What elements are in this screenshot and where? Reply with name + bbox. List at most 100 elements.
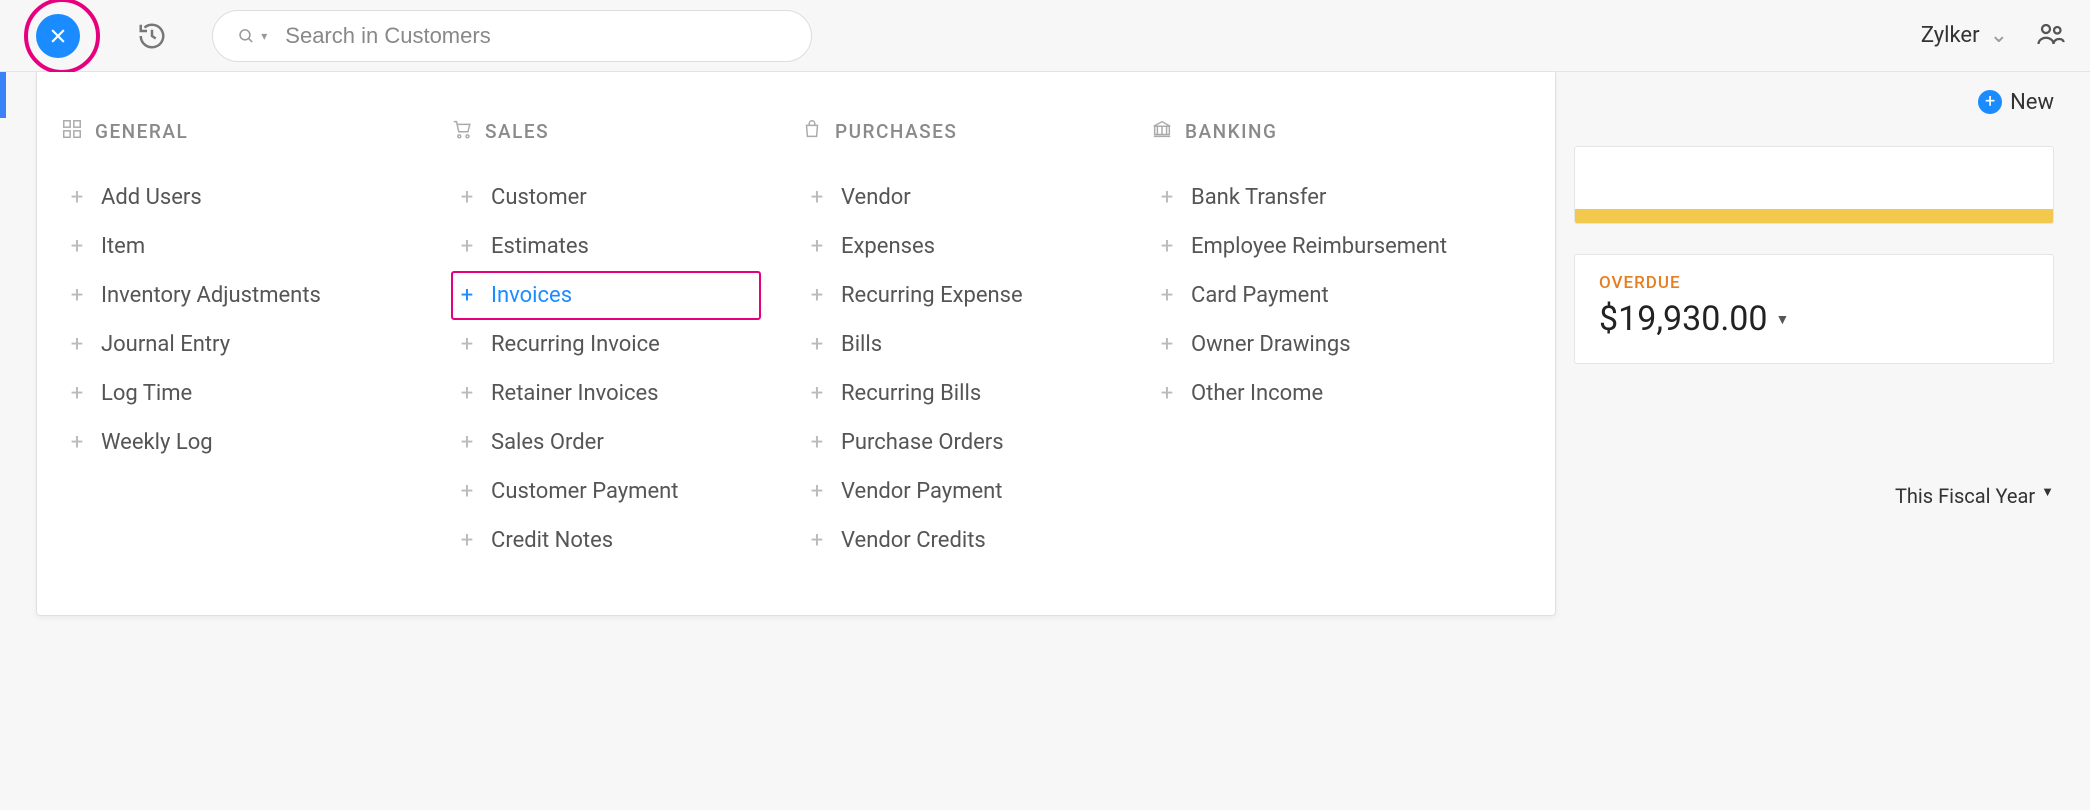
quick-item-label: Sales Order [491, 430, 604, 455]
right-area: + New OVERDUE $19,930.00 ▼ This Fiscal Y… [1574, 72, 2054, 508]
quick-column-sales: SALES+Customer+Estimates+Invoices+Recurr… [451, 118, 801, 565]
column-title: PURCHASES [835, 120, 957, 143]
plus-icon: + [459, 381, 475, 406]
plus-icon: + [809, 381, 825, 406]
quick-item-vendor-payment[interactable]: + Vendor Payment [801, 467, 1111, 516]
plus-icon: + [459, 332, 475, 357]
search-box[interactable]: ▾ [212, 10, 812, 62]
close-button[interactable] [36, 14, 80, 58]
new-button[interactable]: + New [1978, 90, 2054, 115]
quick-item-label: Credit Notes [491, 528, 613, 553]
grid-icon [61, 118, 83, 145]
caret-down-icon: ▼ [2041, 484, 2054, 508]
plus-icon: + [69, 381, 85, 406]
quick-item-label: Recurring Invoice [491, 332, 660, 357]
quick-column-purchases: PURCHASES+Vendor+Expenses+Recurring Expe… [801, 118, 1151, 565]
close-button-wrap [16, 14, 100, 58]
plus-icon: + [1159, 185, 1175, 210]
plus-icon: + [1159, 234, 1175, 259]
plus-icon: + [459, 528, 475, 553]
quick-item-bank-transfer[interactable]: +Bank Transfer [1151, 173, 1471, 222]
recent-button[interactable] [132, 21, 172, 51]
cart-icon [451, 118, 473, 145]
column-title: BANKING [1185, 120, 1277, 143]
quick-item-item[interactable]: + Item [61, 222, 411, 271]
quick-item-card-payment[interactable]: + Card Payment [1151, 271, 1471, 320]
search-input[interactable] [285, 23, 787, 49]
new-label: New [2010, 90, 2054, 115]
quick-item-vendor-credits[interactable]: +Vendor Credits [801, 516, 1111, 565]
quick-item-log-time[interactable]: +Log Time [61, 369, 411, 418]
overdue-card[interactable]: OVERDUE $19,930.00 ▼ [1574, 254, 2054, 364]
plus-icon: + [809, 234, 825, 259]
quick-item-label: Weekly Log [101, 430, 213, 455]
plus-circle-icon: + [1978, 90, 2002, 114]
users-button[interactable] [2036, 19, 2066, 53]
quick-item-recurring-bills[interactable]: + Recurring Bills [801, 369, 1111, 418]
quick-item-expenses[interactable]: +Expenses [801, 222, 1111, 271]
quick-item-retainer-invoices[interactable]: + Retainer Invoices [451, 369, 761, 418]
quick-item-label: Journal Entry [101, 332, 230, 357]
bag-icon [801, 118, 823, 145]
plus-icon: + [69, 234, 85, 259]
quick-create-panel: GENERAL+Add Users+Item+Inventory Adjustm… [36, 72, 1556, 616]
quick-item-journal-entry[interactable]: +Journal Entry [61, 320, 411, 369]
quick-item-sales-order[interactable]: +Sales Order [451, 418, 761, 467]
quick-item-owner-drawings[interactable]: + Owner Drawings [1151, 320, 1471, 369]
plus-icon: + [69, 283, 85, 308]
plus-icon: + [809, 479, 825, 504]
quick-item-label: Add Users [101, 185, 202, 210]
quick-item-weekly-log[interactable]: + Weekly Log [61, 418, 411, 467]
caret-down-icon[interactable]: ▼ [1776, 311, 1790, 328]
quick-item-add-users[interactable]: +Add Users [61, 173, 411, 222]
quick-column-general: GENERAL+Add Users+Item+Inventory Adjustm… [61, 118, 451, 565]
quick-item-customer[interactable]: + Customer [451, 173, 761, 222]
search-icon [237, 26, 255, 46]
users-icon [2036, 19, 2066, 49]
plus-icon: + [459, 479, 475, 504]
bank-icon [1151, 118, 1173, 145]
search-scope-caret[interactable]: ▾ [261, 29, 267, 43]
quick-item-bills[interactable]: + Bills [801, 320, 1111, 369]
column-header-purchases: PURCHASES [801, 118, 1111, 145]
plus-icon: + [1159, 381, 1175, 406]
quick-item-label: Customer Payment [491, 479, 678, 504]
overdue-amount-row: $19,930.00 ▼ [1599, 299, 2029, 339]
quick-item-credit-notes[interactable]: + Credit Notes [451, 516, 761, 565]
quick-item-label: Estimates [491, 234, 589, 259]
quick-item-label: Vendor [841, 185, 911, 210]
fiscal-year-selector[interactable]: This Fiscal Year ▼ [1574, 484, 2054, 508]
summary-card [1574, 146, 2054, 224]
quick-item-label: Customer [491, 185, 587, 210]
quick-item-label: Inventory Adjustments [101, 283, 321, 308]
column-title: GENERAL [95, 120, 188, 143]
quick-item-other-income[interactable]: +Other Income [1151, 369, 1471, 418]
plus-icon: + [809, 332, 825, 357]
topbar-right: Zylker ⌄ [1921, 19, 2066, 53]
quick-item-vendor[interactable]: +Vendor [801, 173, 1111, 222]
quick-item-employee-reimbursement[interactable]: +Employee Reimbursement [1151, 222, 1471, 271]
org-switcher[interactable]: Zylker ⌄ [1921, 23, 2008, 48]
quick-item-label: Item [101, 234, 145, 259]
quick-item-recurring-expense[interactable]: +Recurring Expense [801, 271, 1111, 320]
plus-icon: + [1159, 332, 1175, 357]
quick-item-purchase-orders[interactable]: +Purchase Orders [801, 418, 1111, 467]
quick-item-label: Recurring Expense [841, 283, 1023, 308]
plus-icon: + [1159, 283, 1175, 308]
plus-icon: + [459, 185, 475, 210]
quick-item-customer-payment[interactable]: + Customer Payment [451, 467, 761, 516]
quick-item-estimates[interactable]: +Estimates [451, 222, 761, 271]
quick-item-invoices[interactable]: +Invoices [451, 271, 761, 320]
quick-item-label: Bills [841, 332, 882, 357]
plus-icon: + [69, 430, 85, 455]
quick-item-label: Vendor Payment [841, 479, 1003, 504]
quick-item-label: Retainer Invoices [491, 381, 659, 406]
plus-icon: + [809, 528, 825, 553]
topbar: ▾ Zylker ⌄ [0, 0, 2090, 72]
quick-item-label: Recurring Bills [841, 381, 981, 406]
close-icon [48, 26, 68, 46]
quick-item-inventory-adjustments[interactable]: + Inventory Adjustments [61, 271, 411, 320]
quick-item-recurring-invoice[interactable]: + Recurring Invoice [451, 320, 761, 369]
quick-item-label: Card Payment [1191, 283, 1329, 308]
quick-item-label: Owner Drawings [1191, 332, 1351, 357]
